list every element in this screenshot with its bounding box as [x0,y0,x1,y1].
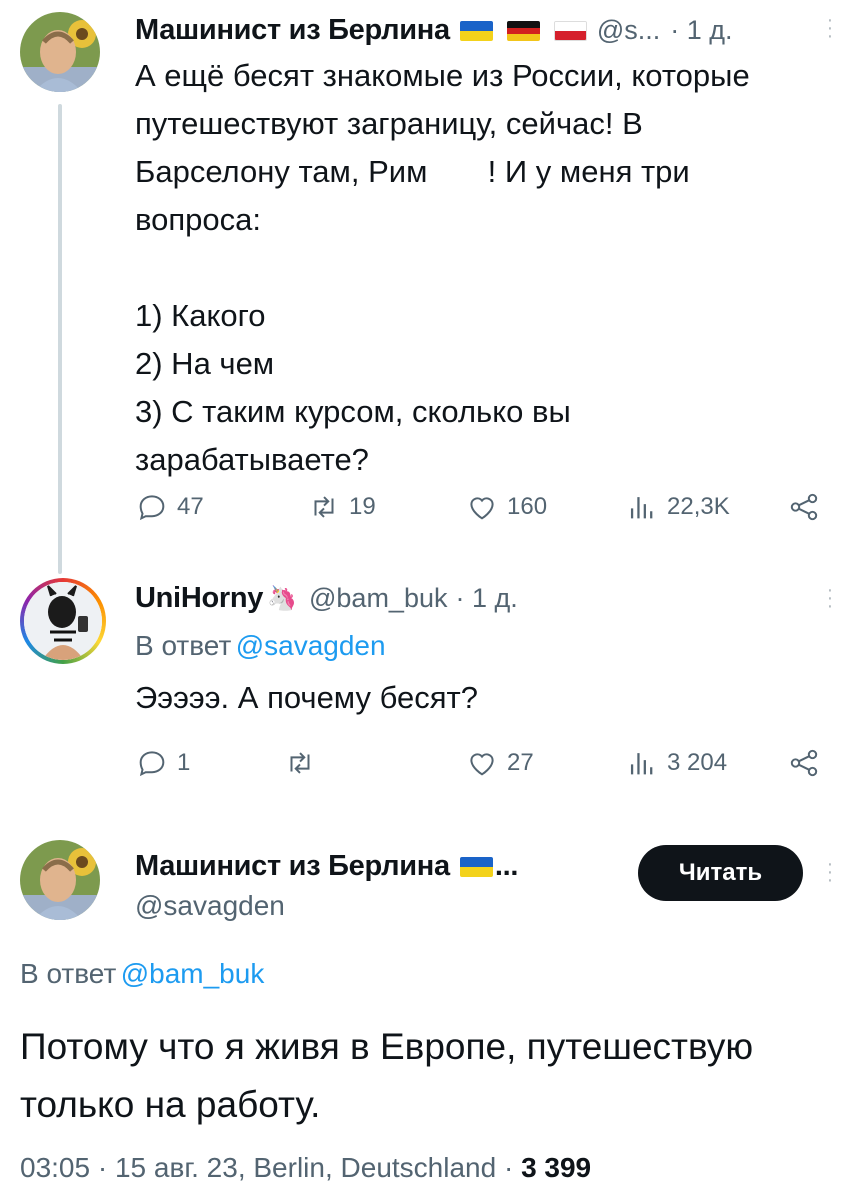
reply-button[interactable]: 1 [135,746,190,780]
tweet-line: 1) Какого [135,298,266,333]
reply-context: В ответ @savagden [135,630,386,662]
tweet-header: Машинист из Берлина ... [135,850,518,883]
reply-count: 1 [177,749,191,776]
tweet-footer: 03:05 · 15 авг. 23, Berlin, Deutschland … [20,1152,591,1184]
author-name[interactable]: UniHorny [135,582,263,615]
more-options-icon[interactable]: · · · [825,854,835,890]
views-icon [630,497,653,519]
tweet-line: А ещё бесят знакомые из России, которые [135,58,750,93]
flag-ukraine-icon [459,20,493,41]
follow-button[interactable]: Читать [638,845,803,901]
share-icon [790,749,818,777]
like-button[interactable]: 160 [465,490,547,524]
tweet-body: Потому что я живя в Европе, путешествую … [20,1018,850,1134]
retweet-icon [314,496,334,518]
heart-icon [470,753,494,776]
reply-icon [139,495,165,521]
retweet-button[interactable] [283,746,325,780]
retweet-count: 19 [349,493,376,520]
tweet-line: зарабатываете? [135,442,369,477]
author-name[interactable]: Машинист из Берлина [135,850,450,883]
share-icon [790,493,818,521]
heart-icon [470,497,494,520]
reply-icon [139,751,165,777]
flag-poland-icon [553,20,587,41]
tweet-2[interactable]: UniHorny 🦄 @bam_buk · 1 д. · · · В ответ @… [0,554,863,810]
like-count: 27 [507,749,534,776]
reply-prefix: В ответ [20,958,117,989]
tweet-header: UniHorny 🦄 @bam_buk · 1 д. [135,582,518,615]
tweet-line: вопроса: [135,202,261,237]
avatar[interactable] [20,12,100,92]
thread-line [58,554,62,570]
share-button[interactable] [787,746,821,780]
name-ellipsis: ... [494,850,519,882]
tweet-body: А ещё бесят знакомые из России, которые … [135,52,835,484]
tweet-time[interactable]: · 1 д. [670,15,732,46]
reply-to-link[interactable]: @bam_buk [121,958,265,989]
thread-line [58,104,62,574]
reply-button[interactable]: 47 [135,490,204,524]
views-button[interactable]: 22,3K [625,490,730,524]
share-button[interactable] [787,490,821,524]
avatar[interactable] [20,840,100,920]
tweet-actions: 47 19 160 22,3K [135,490,835,530]
like-button[interactable]: 27 [465,746,534,780]
views-count: 3 399 [521,1152,592,1183]
view-count: 22,3K [667,493,730,520]
view-count: 3 204 [667,749,728,776]
tweet-line: путешествуют заграницу, сейчас! В [135,106,643,141]
author-handle[interactable]: @savagden [135,890,285,922]
flag-ukraine-icon [459,856,493,877]
reply-prefix: В ответ [135,630,232,661]
timestamp[interactable]: 03:05 · 15 авг. 23, Berlin, Deutschland … [20,1152,513,1183]
tweet-1[interactable]: Машинист из Берлина @s... · 1 д. · · · А е… [0,0,863,574]
tweet-line [135,244,835,292]
author-name[interactable]: Машинист из Берлина [135,14,450,47]
views-icon [630,753,653,775]
tweet-line: 3) С таким курсом, сколько вы [135,394,571,429]
tweet-line: Барселону там, Рим ! И у меня три [135,154,690,189]
like-count: 160 [507,493,548,520]
tweet-line: Потому что я живя в Европе, путешествую [20,1026,754,1067]
retweet-button[interactable]: 19 [307,490,376,524]
reply-count: 47 [177,493,204,520]
more-options-icon[interactable]: · · · [825,10,835,46]
more-options-icon[interactable]: · · · [825,580,835,616]
tweet-actions: 1 27 3 204 [135,746,835,786]
avatar[interactable] [20,578,106,664]
views-button[interactable]: 3 204 [625,746,727,780]
reply-to-link[interactable]: @savagden [236,630,386,661]
tweet-line: только на работу. [20,1084,321,1125]
flag-germany-icon [506,20,540,41]
tweet-time[interactable]: · 1 д. [455,583,517,614]
tweet-header: Машинист из Берлина @s... · 1 д. [135,14,733,47]
retweet-icon [290,752,310,774]
tweet-3: Машинист из Берлина ... @savagden Читать… [0,810,863,1200]
tweet-text: Эээээ. А почему бесят? [135,680,478,715]
author-handle[interactable]: @s... [597,15,660,46]
tweet-line: 2) На чем [135,346,275,381]
author-handle[interactable]: @bam_buk [309,583,447,614]
unicorn-icon: 🦄 [267,585,297,612]
reply-context: В ответ @bam_buk [20,958,264,990]
